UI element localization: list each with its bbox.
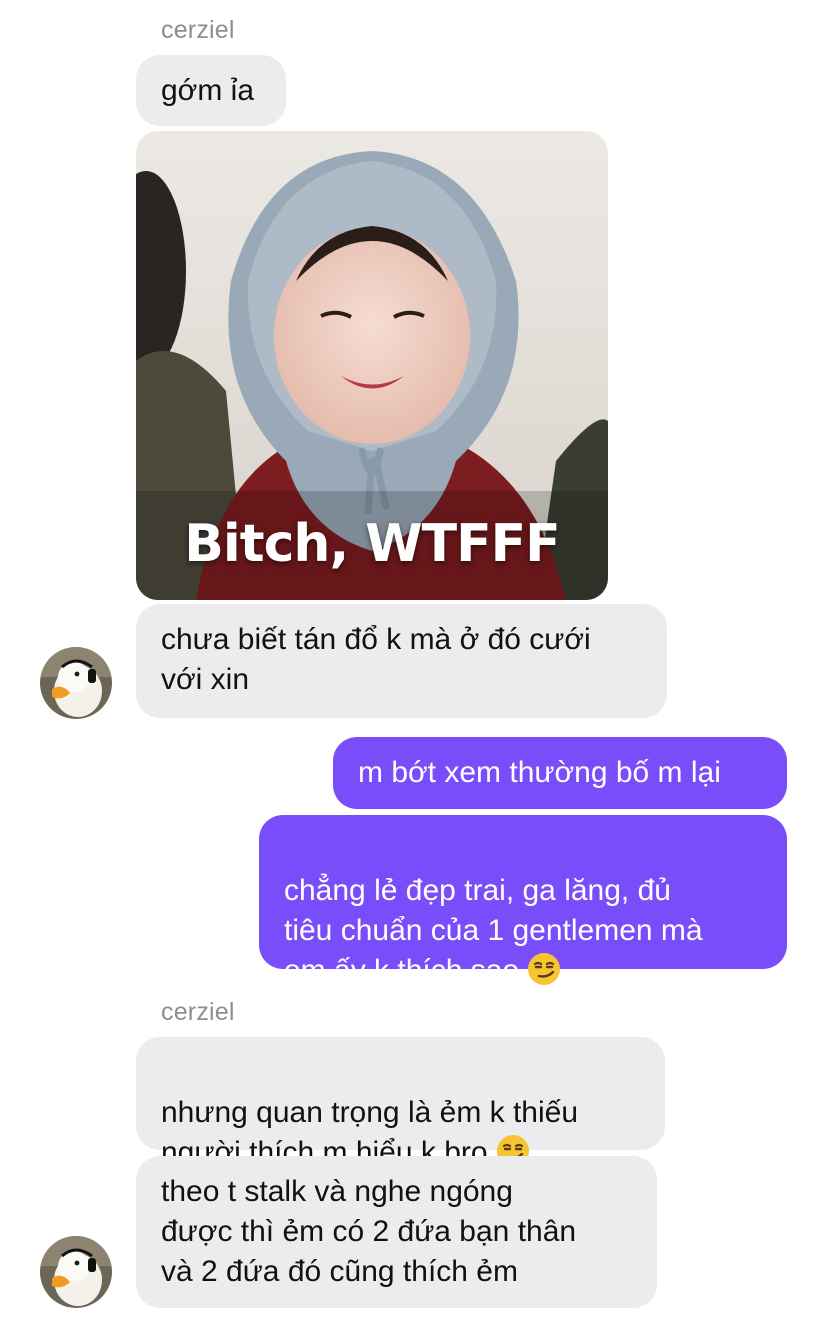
incoming-message[interactable]: theo t stalk và nghe ngóng được thì ẻm c… [136, 1156, 657, 1308]
incoming-message[interactable]: chưa biết tán đổ k mà ở đó cưới với xin [136, 604, 667, 718]
avatar[interactable] [40, 1236, 112, 1308]
duck-avatar-icon [40, 647, 112, 719]
avatar[interactable] [40, 647, 112, 719]
smirking-face-emoji-icon [527, 952, 561, 986]
outgoing-message[interactable]: m bớt xem thường bố m lại [333, 737, 787, 809]
incoming-message[interactable]: gớm ỉa [136, 55, 286, 126]
incoming-message[interactable]: nhưng quan trọng là ẻm k thiếu người thí… [136, 1037, 665, 1169]
sender-name: cerziel [161, 16, 235, 44]
sender-name: cerziel [161, 998, 235, 1026]
meme-caption: Bitch, WTFFF [184, 514, 560, 574]
meme-image[interactable]: Bitch, WTFFF [136, 131, 608, 600]
duck-avatar-icon [40, 1236, 112, 1308]
outgoing-message[interactable]: chẳng lẻ đẹp trai, ga lăng, đủ tiêu chuẩ… [259, 815, 787, 987]
outgoing-message-text: chẳng lẻ đẹp trai, ga lăng, đủ tiêu chuẩ… [284, 874, 703, 987]
